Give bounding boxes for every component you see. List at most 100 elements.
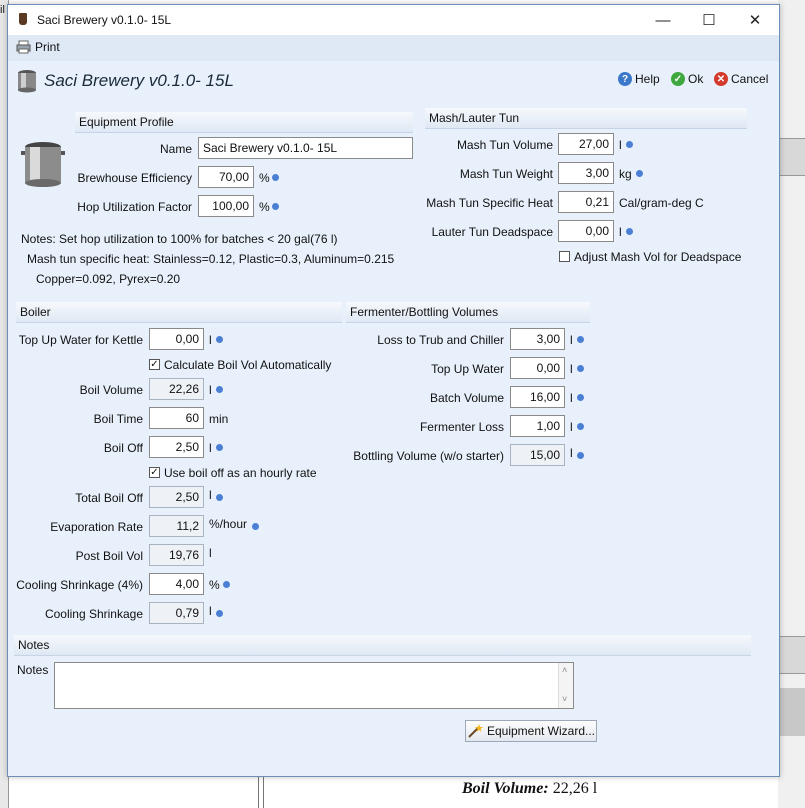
bottling-volume-label: Bottling Volume (w/o starter) <box>353 449 504 463</box>
header-title: Saci Brewery v0.1.0- 15L <box>44 71 234 90</box>
info-dot-icon[interactable] <box>577 423 584 430</box>
trub-chiller-loss-label: Loss to Trub and Chiller <box>377 333 504 347</box>
evaporation-rate-unit: %/hour <box>209 517 248 531</box>
brewhouse-efficiency-label: Brewhouse Efficiency <box>77 171 192 185</box>
profile-note-line: Copper=0.092, Pyrex=0.20 <box>36 272 181 286</box>
info-dot-icon[interactable] <box>577 336 584 343</box>
evaporation-rate-label: Evaporation Rate <box>50 520 143 534</box>
fermenter-top-up-label: Top Up Water <box>431 362 504 376</box>
boil-volume-unit: l <box>209 383 212 397</box>
scroll-down-icon[interactable]: ˅ <box>562 694 567 704</box>
mash-tun-weight-input[interactable]: 3,00 <box>558 162 614 184</box>
checkmark-icon: ✓ <box>671 72 685 86</box>
notes-textarea[interactable]: ˄ ˅ <box>54 662 574 709</box>
equipment-dialog: Saci Brewery v0.1.0- 15L — ☐ ✕ Print Sac… <box>7 4 780 777</box>
scroll-up-icon[interactable]: ˄ <box>562 665 567 675</box>
background-doc-label: Boil Volume: <box>462 780 549 797</box>
hop-utilization-input[interactable]: 100,00 <box>198 195 254 217</box>
mash-tun-specific-heat-input[interactable]: 0,21 <box>558 191 614 213</box>
bottling-volume-unit: l <box>570 446 573 460</box>
boil-off-input[interactable]: 2,50 <box>149 436 204 458</box>
info-dot-icon[interactable] <box>216 494 223 501</box>
notes-heading: Notes <box>14 635 751 656</box>
top-up-kettle-unit: l <box>209 333 212 347</box>
close-button[interactable]: ✕ <box>732 5 778 35</box>
info-dot-icon[interactable] <box>577 394 584 401</box>
efficiency-unit: % <box>259 171 270 185</box>
equipment-wizard-button[interactable]: Equipment Wizard... <box>465 720 597 742</box>
info-dot-icon[interactable] <box>272 174 279 181</box>
fermenter-loss-label: Fermenter Loss <box>419 420 504 434</box>
background-bar <box>778 138 805 176</box>
name-label: Name <box>159 142 192 156</box>
boil-volume-label: Boil Volume <box>79 383 143 397</box>
trub-chiller-loss-input[interactable]: 3,00 <box>510 328 565 350</box>
specific-heat-unit: Cal/gram-deg C <box>619 196 704 210</box>
batch-volume-label: Batch Volume <box>429 391 504 405</box>
brewhouse-efficiency-input[interactable]: 70,00 <box>198 166 254 188</box>
calc-boil-vol-checkbox[interactable]: ✓ <box>149 359 160 370</box>
info-dot-icon[interactable] <box>636 170 643 177</box>
help-button[interactable]: ? Help <box>618 72 660 86</box>
top-up-kettle-input[interactable]: 0,00 <box>149 328 204 350</box>
help-icon: ? <box>618 72 632 86</box>
batch-volume-input[interactable]: 16,00 <box>510 386 565 408</box>
fermenter-top-up-input[interactable]: 0,00 <box>510 357 565 379</box>
lauter-tun-deadspace-input[interactable]: 0,00 <box>558 220 614 242</box>
calc-boil-vol-label: Calculate Boil Vol Automatically <box>164 358 332 372</box>
background-bar <box>778 636 805 674</box>
adjust-mash-vol-label: Adjust Mash Vol for Deadspace <box>574 250 742 264</box>
hop-unit: % <box>259 200 270 214</box>
info-dot-icon[interactable] <box>216 444 223 451</box>
maximize-button[interactable]: ☐ <box>686 5 732 35</box>
fermenter-loss-input[interactable]: 1,00 <box>510 415 565 437</box>
cancel-button[interactable]: ✕ Cancel <box>714 72 768 86</box>
info-dot-icon[interactable] <box>272 203 279 210</box>
mash-volume-unit: l <box>619 138 622 152</box>
mash-tun-volume-input[interactable]: 27,00 <box>558 133 614 155</box>
ok-label: Ok <box>688 72 704 86</box>
info-dot-icon[interactable] <box>626 141 633 148</box>
profile-name-input[interactable]: Saci Brewery v0.1.0- 15L <box>198 137 413 159</box>
top-up-kettle-label: Top Up Water for Kettle <box>18 333 143 347</box>
info-dot-icon[interactable] <box>577 365 584 372</box>
hourly-rate-checkbox[interactable]: ✓ <box>149 467 160 478</box>
boil-time-input[interactable]: 60 <box>149 407 204 429</box>
print-label: Print <box>35 40 60 54</box>
title-bar[interactable]: Saci Brewery v0.1.0- 15L — ☐ ✕ <box>8 5 779 35</box>
mash-tun-weight-label: Mash Tun Weight <box>459 167 553 181</box>
info-dot-icon[interactable] <box>223 581 230 588</box>
boil-off-label: Boil Off <box>103 441 143 455</box>
equipment-wizard-label: Equipment Wizard... <box>486 724 596 738</box>
info-dot-icon[interactable] <box>216 336 223 343</box>
batch-volume-unit: l <box>570 391 573 405</box>
boil-off-unit: l <box>209 441 212 455</box>
info-dot-icon[interactable] <box>577 452 584 459</box>
cooling-shrinkage-unit: l <box>209 604 212 618</box>
bottling-volume-field: 15,00 <box>510 444 565 466</box>
beer-glass-icon <box>19 13 27 25</box>
info-dot-icon[interactable] <box>216 386 223 393</box>
fermenter-top-up-unit: l <box>570 362 573 376</box>
post-boil-vol-unit: l <box>209 546 212 560</box>
adjust-mash-vol-checkbox[interactable] <box>559 251 570 262</box>
mash-tun-volume-label: Mash Tun Volume <box>456 138 553 152</box>
trub-unit: l <box>570 333 573 347</box>
lauter-tun-deadspace-label: Lauter Tun Deadspace <box>431 225 553 239</box>
fermenter-loss-unit: l <box>570 420 573 434</box>
background-app-right-edge <box>778 0 805 808</box>
info-dot-icon[interactable] <box>252 523 259 530</box>
ok-button[interactable]: ✓ Ok <box>671 72 703 86</box>
deadspace-unit: l <box>619 225 622 239</box>
minimize-button[interactable]: — <box>640 5 686 35</box>
background-sidebar-text: il <box>0 4 5 16</box>
menu-bar: Print <box>8 35 779 61</box>
info-dot-icon[interactable] <box>216 610 223 617</box>
notes-scrollbar[interactable]: ˄ ˅ <box>558 663 573 708</box>
cancel-label: Cancel <box>731 72 769 86</box>
dialog-header: Saci Brewery v0.1.0- 15L ? Help ✓ Ok ✕ C… <box>8 61 779 99</box>
print-menu-item[interactable]: Print <box>16 40 60 54</box>
info-dot-icon[interactable] <box>626 228 633 235</box>
cooling-shrinkage-pct-input[interactable]: 4,00 <box>149 573 204 595</box>
background-panel <box>778 688 805 736</box>
